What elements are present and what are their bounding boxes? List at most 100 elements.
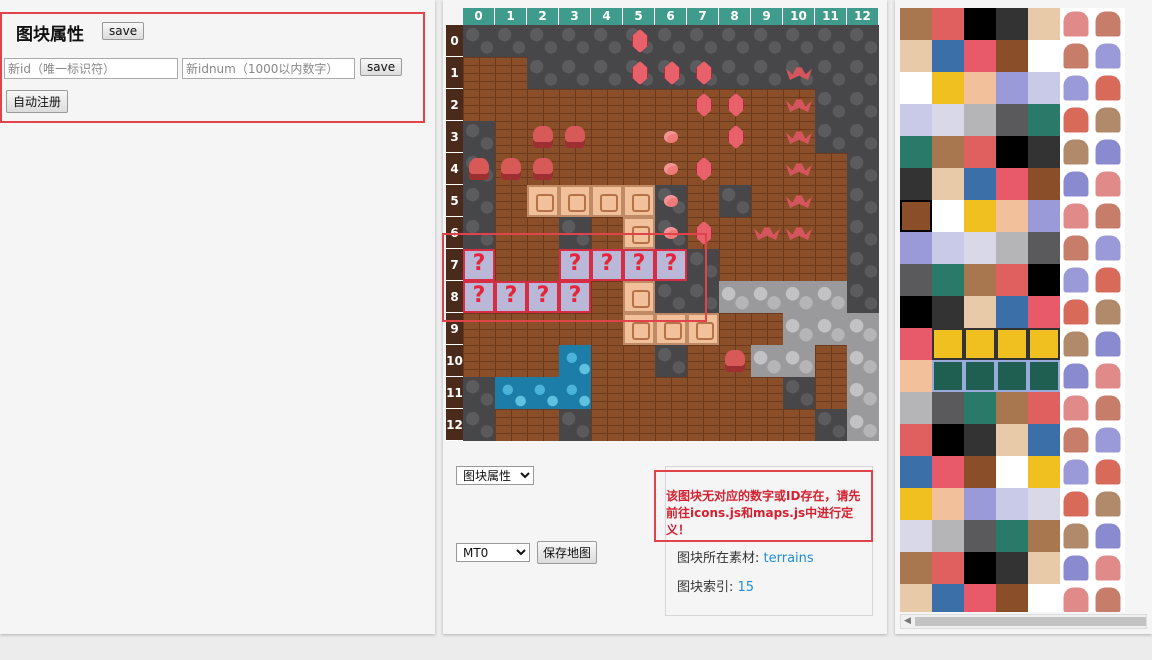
wall-tile[interactable] xyxy=(527,409,559,441)
wall-tile[interactable] xyxy=(751,313,783,345)
wall-tile[interactable] xyxy=(751,153,783,185)
floor-tile[interactable] xyxy=(463,121,495,153)
wall-tile[interactable] xyxy=(559,153,591,185)
floor-block-tile[interactable] xyxy=(559,185,591,217)
floor-tile[interactable] xyxy=(847,249,879,281)
auto-register-button[interactable]: 自动注册 xyxy=(6,90,69,113)
wall-tile[interactable] xyxy=(623,89,655,121)
gem-block-tile[interactable] xyxy=(1028,104,1060,136)
wall-tile[interactable] xyxy=(527,121,559,153)
floor-tile[interactable] xyxy=(463,25,495,57)
stone-tile[interactable] xyxy=(1028,360,1060,392)
floor-tile[interactable] xyxy=(463,409,495,441)
wall-tile[interactable] xyxy=(495,121,527,153)
floor-tile[interactable] xyxy=(687,57,719,89)
floor-tile[interactable] xyxy=(687,25,719,57)
monster-tile[interactable] xyxy=(1063,491,1089,517)
floor-tile[interactable] xyxy=(559,409,591,441)
monster-tile[interactable] xyxy=(1063,171,1089,197)
lava-tile[interactable] xyxy=(964,584,996,612)
cloud-tile[interactable] xyxy=(964,232,996,264)
wall-tile[interactable] xyxy=(815,153,847,185)
monster-tile[interactable] xyxy=(1063,107,1089,133)
floor-tile[interactable] xyxy=(463,377,495,409)
floor-tile[interactable] xyxy=(591,57,623,89)
floor-tile[interactable] xyxy=(527,57,559,89)
floor-tile[interactable] xyxy=(591,25,623,57)
floor-tile[interactable] xyxy=(559,57,591,89)
floor-tile[interactable] xyxy=(751,25,783,57)
wall-tile[interactable] xyxy=(719,89,751,121)
ice-tile[interactable] xyxy=(996,72,1028,104)
wall-tile[interactable] xyxy=(1028,168,1060,200)
wall-tile[interactable] xyxy=(527,345,559,377)
wall-tile[interactable] xyxy=(559,121,591,153)
wall-tile[interactable] xyxy=(495,153,527,185)
lava-tile[interactable] xyxy=(996,264,1028,296)
glass-tile[interactable] xyxy=(1028,72,1060,104)
floor-tile[interactable] xyxy=(847,25,879,57)
wall-tile[interactable] xyxy=(719,345,751,377)
terrain-tile[interactable] xyxy=(1028,520,1060,552)
floor-tile[interactable] xyxy=(655,185,687,217)
floor-tile[interactable] xyxy=(719,57,751,89)
save-button[interactable]: save xyxy=(102,22,145,40)
lava-tile[interactable] xyxy=(932,456,964,488)
wall-tile[interactable] xyxy=(815,185,847,217)
ice-tile[interactable] xyxy=(900,232,932,264)
palette-horizontal-scrollbar[interactable]: ◀ xyxy=(900,614,1147,629)
monster-tile[interactable] xyxy=(1095,107,1121,133)
floor-tile[interactable] xyxy=(815,89,847,121)
wall-tile[interactable] xyxy=(783,121,815,153)
cloud-tile[interactable] xyxy=(932,104,964,136)
wall-tile[interactable] xyxy=(719,249,751,281)
wall-tile[interactable] xyxy=(719,409,751,441)
stone-tile[interactable] xyxy=(815,313,847,345)
monster-tile[interactable] xyxy=(1063,523,1089,549)
sand-tile[interactable] xyxy=(996,424,1028,456)
monster-tile[interactable] xyxy=(1095,171,1121,197)
wall-tile[interactable] xyxy=(495,185,527,217)
floor-block-tile[interactable] xyxy=(932,488,964,520)
wall-tile[interactable] xyxy=(815,377,847,409)
wall-tile[interactable] xyxy=(719,153,751,185)
warning-block-tile[interactable] xyxy=(964,200,996,232)
attribute-select[interactable]: 图块属性 xyxy=(456,466,534,485)
warning-block-tile[interactable] xyxy=(900,488,932,520)
warning-block-tile[interactable] xyxy=(1028,456,1060,488)
floor-block-tile[interactable] xyxy=(964,72,996,104)
floor-tile[interactable] xyxy=(847,185,879,217)
monster-tile[interactable] xyxy=(1095,43,1121,69)
wall-tile[interactable] xyxy=(655,409,687,441)
rock-tile[interactable] xyxy=(964,520,996,552)
wall-tile[interactable] xyxy=(783,185,815,217)
stone-tile[interactable] xyxy=(783,313,815,345)
wall-tile[interactable] xyxy=(996,40,1028,72)
terrain-tile[interactable] xyxy=(900,8,932,40)
monster-tile[interactable] xyxy=(1095,395,1121,421)
monster-tile[interactable] xyxy=(1063,555,1089,581)
floor-tile[interactable] xyxy=(655,25,687,57)
stone-tile[interactable] xyxy=(783,345,815,377)
sand-tile[interactable] xyxy=(932,168,964,200)
floor-tile[interactable] xyxy=(783,57,815,89)
void-tile[interactable] xyxy=(900,296,932,328)
gem-block-tile[interactable] xyxy=(900,136,932,168)
scrollbar-thumb[interactable] xyxy=(915,617,1146,626)
wall-tile[interactable] xyxy=(495,345,527,377)
floor-block-tile[interactable] xyxy=(1028,328,1060,360)
stone-tile[interactable] xyxy=(996,232,1028,264)
lava-tile[interactable] xyxy=(900,328,932,360)
water-tile[interactable] xyxy=(1028,424,1060,456)
blank-tile[interactable] xyxy=(964,328,996,360)
water-tile[interactable] xyxy=(996,296,1028,328)
floor-tile[interactable] xyxy=(847,153,879,185)
water-tile[interactable] xyxy=(900,456,932,488)
wall-tile[interactable] xyxy=(623,153,655,185)
floor-tile[interactable] xyxy=(719,25,751,57)
monster-tile[interactable] xyxy=(1063,459,1089,485)
floor-block-tile[interactable] xyxy=(900,360,932,392)
wall-tile[interactable] xyxy=(655,377,687,409)
wall-tile[interactable] xyxy=(527,153,559,185)
water-tile[interactable] xyxy=(559,345,591,377)
